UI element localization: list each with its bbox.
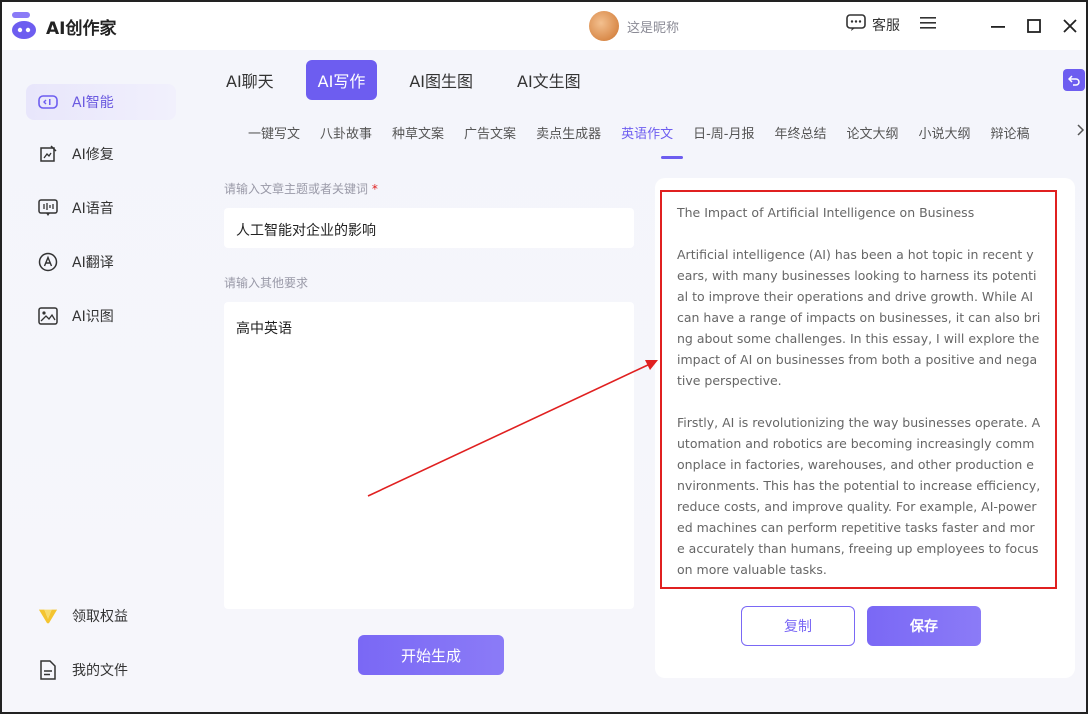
result-paragraph: Firstly, AI is revolutionizing the way b… bbox=[677, 415, 1041, 577]
translate-icon bbox=[38, 252, 58, 272]
subtab-novel-outline[interactable]: 小说大纲 bbox=[919, 123, 971, 142]
app-window: AI创作家 这是昵称 客服 AI智能 AI修复 AI语音 AI翻译 AI识图 领… bbox=[0, 0, 1088, 714]
sidebar-item-label: 领取权益 bbox=[72, 609, 128, 625]
sidebar-item-label: AI修复 bbox=[72, 147, 114, 163]
ai-chat-icon bbox=[38, 92, 58, 112]
sidebar-item-my-files[interactable]: 我的文件 bbox=[26, 652, 176, 688]
subtab-selling-point[interactable]: 卖点生成器 bbox=[536, 123, 601, 142]
subtab-reports[interactable]: 日-周-月报 bbox=[693, 123, 754, 142]
app-logo-icon bbox=[10, 10, 38, 40]
subtab-debate[interactable]: 辩论稿 bbox=[991, 123, 1029, 142]
minimize-icon[interactable] bbox=[986, 14, 1010, 38]
sidebar-item-label: 我的文件 bbox=[72, 663, 128, 679]
user-nickname[interactable]: 这是昵称 bbox=[627, 17, 679, 36]
vip-icon bbox=[38, 606, 58, 626]
avatar[interactable] bbox=[589, 11, 619, 41]
sidebar-item-ai-smart[interactable]: AI智能 bbox=[26, 84, 176, 120]
app-title: AI创作家 bbox=[46, 19, 117, 39]
topic-input[interactable]: 人工智能对企业的影响 bbox=[224, 208, 634, 248]
tab-ai-text-to-image[interactable]: AI文生图 bbox=[505, 60, 593, 100]
other-requirements-textarea[interactable]: 高中英语 bbox=[224, 302, 634, 609]
sidebar-item-claim-benefits[interactable]: 领取权益 bbox=[26, 598, 176, 634]
subtab-recommend-copy[interactable]: 种草文案 bbox=[392, 123, 444, 142]
voice-icon bbox=[38, 198, 58, 218]
sidebar-item-ai-recognize[interactable]: AI识图 bbox=[26, 298, 176, 334]
sidebar-item-ai-repair[interactable]: AI修复 bbox=[26, 136, 176, 172]
sidebar-item-label: AI智能 bbox=[72, 95, 114, 111]
sidebar-item-label: AI翻译 bbox=[72, 255, 114, 271]
sidebar-item-label: AI语音 bbox=[72, 201, 114, 217]
tab-ai-chat[interactable]: AI聊天 bbox=[214, 60, 286, 100]
start-generate-button[interactable]: 开始生成 bbox=[358, 635, 504, 675]
subtab-english-essay[interactable]: 英语作文 bbox=[621, 123, 673, 142]
result-title: The Impact of Artificial Intelligence on… bbox=[677, 205, 975, 220]
other-requirements-label: 请输入其他要求 bbox=[224, 276, 309, 290]
sub-tabs: 一键写文 八卦故事 种草文案 广告文案 卖点生成器 英语作文 日-周-月报 年终… bbox=[248, 123, 1049, 142]
result-paragraph: Artificial intelligence (AI) has been a … bbox=[677, 247, 1041, 388]
back-icon[interactable] bbox=[1063, 69, 1085, 91]
menu-icon[interactable] bbox=[920, 16, 936, 34]
subtab-year-summary[interactable]: 年终总结 bbox=[774, 123, 826, 142]
subtab-ad-copy[interactable]: 广告文案 bbox=[464, 123, 516, 142]
customer-service-label: 客服 bbox=[872, 18, 900, 34]
sidebar-item-label: AI识图 bbox=[72, 309, 114, 325]
customer-service-button[interactable]: 客服 bbox=[846, 14, 936, 36]
title-bar: AI创作家 这是昵称 客服 bbox=[2, 2, 1086, 50]
chat-bubble-icon bbox=[846, 14, 866, 36]
copy-button[interactable]: 复制 bbox=[741, 606, 855, 646]
image-icon bbox=[38, 306, 58, 326]
subtab-paper-outline[interactable]: 论文大纲 bbox=[847, 123, 899, 142]
topic-label: 请输入文章主题或者关键词 * bbox=[224, 182, 378, 196]
sidebar-item-ai-voice[interactable]: AI语音 bbox=[26, 190, 176, 226]
main-tabs: AI聊天 AI写作 AI图生图 AI文生图 bbox=[214, 60, 613, 102]
result-text: The Impact of Artificial Intelligence on… bbox=[677, 202, 1041, 580]
image-repair-icon bbox=[38, 144, 58, 164]
maximize-icon[interactable] bbox=[1022, 14, 1046, 38]
sidebar: AI智能 AI修复 AI语音 AI翻译 AI识图 领取权益 我的文件 bbox=[12, 64, 202, 710]
save-button[interactable]: 保存 bbox=[867, 606, 981, 646]
subtab-gossip-story[interactable]: 八卦故事 bbox=[320, 123, 372, 142]
subtab-one-click[interactable]: 一键写文 bbox=[248, 123, 300, 142]
tab-ai-image-to-image[interactable]: AI图生图 bbox=[397, 60, 485, 100]
tab-ai-writing[interactable]: AI写作 bbox=[305, 60, 378, 100]
sidebar-item-ai-translate[interactable]: AI翻译 bbox=[26, 244, 176, 280]
close-icon[interactable] bbox=[1058, 14, 1082, 38]
subtab-active-indicator bbox=[661, 156, 683, 159]
result-text-area[interactable]: The Impact of Artificial Intelligence on… bbox=[660, 190, 1057, 589]
file-icon bbox=[38, 660, 58, 680]
chevron-right-icon[interactable] bbox=[1076, 123, 1086, 141]
